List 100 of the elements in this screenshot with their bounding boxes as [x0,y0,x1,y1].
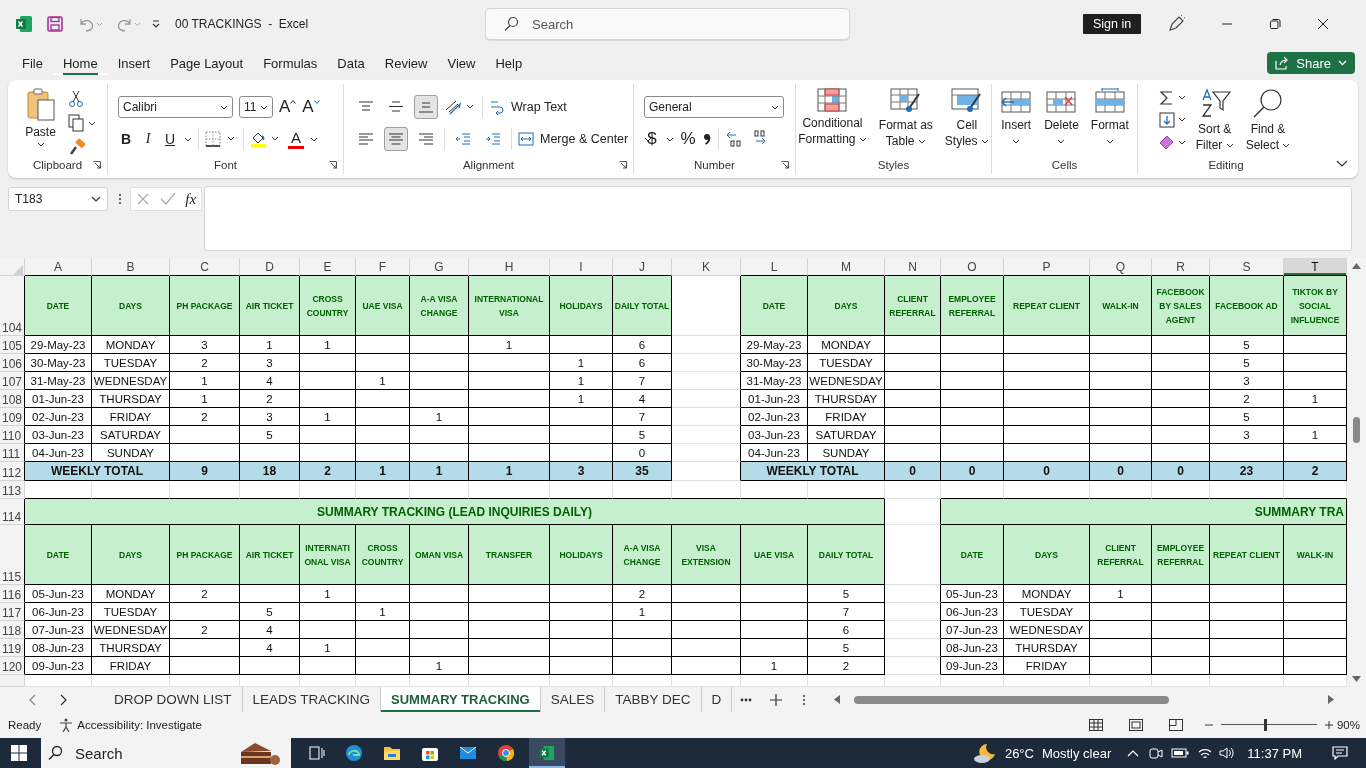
close-icon[interactable] [1317,18,1330,30]
chrome-icon[interactable] [497,744,515,762]
ribbon-tab[interactable]: View [437,51,486,75]
caret-icon[interactable] [184,136,192,142]
name-box[interactable]: T183 [8,187,108,211]
zoom-in-icon[interactable] [1324,721,1333,729]
collapse-ribbon-icon[interactable] [1336,160,1348,168]
page-break-view-icon[interactable] [1168,719,1183,731]
save-icon[interactable] [47,16,63,32]
column-header[interactable]: E [300,258,356,276]
column-header[interactable]: D [240,258,300,276]
scrollbar-thumb[interactable] [854,695,1170,704]
windows-start-icon[interactable] [11,745,27,761]
browser-icon[interactable] [345,744,363,762]
column-header[interactable]: F [356,258,410,276]
column-header[interactable]: G [410,258,469,276]
cells-button[interactable]: Insert [997,86,1036,151]
sign-in-button[interactable]: Sign in [1083,14,1142,34]
dialog-launcher-icon[interactable] [93,161,101,169]
font-name-dropdown[interactable]: Calibri [118,96,233,118]
zoom-slider[interactable] [1220,718,1317,732]
column-header[interactable]: N [885,258,941,276]
wifi-icon[interactable] [1197,746,1214,760]
check-icon[interactable] [159,192,176,206]
font-color-button[interactable]: A [288,129,304,149]
weather-text[interactable]: Mostly clear [1041,745,1112,761]
zoom-level[interactable]: 90% [1336,719,1360,731]
row-header[interactable]: 108 [0,390,25,408]
scroll-up-icon[interactable] [1352,263,1361,269]
increase-font-size-button[interactable]: A [279,97,297,117]
row-header[interactable]: 107 [0,372,25,390]
row-header[interactable]: 111 [0,444,25,462]
column-header[interactable]: B [92,258,170,276]
ribbon-tab[interactable]: Formulas [253,51,328,75]
task-view-icon[interactable] [309,745,325,761]
row-header[interactable]: 116 [0,585,25,603]
restore-icon[interactable] [1269,18,1282,30]
more-icon[interactable] [118,193,122,205]
mail-icon[interactable] [459,746,477,760]
meet-icon[interactable] [1149,746,1164,760]
column-header[interactable]: C [170,258,240,276]
formula-input[interactable] [204,186,1352,251]
notification-icon[interactable] [1332,746,1348,760]
sort-filter-button[interactable]: Sort & Filter [1192,86,1237,155]
dialog-launcher-icon[interactable] [781,161,789,169]
dialog-launcher-icon[interactable] [329,161,337,169]
font-size-dropdown[interactable]: 11 [239,96,273,118]
cut-icon[interactable] [67,90,84,108]
accessibility-icon[interactable] [59,718,74,732]
styles-button[interactable]: Format as Table [875,86,936,151]
ribbon-tab[interactable]: Insert [107,51,161,75]
row-header[interactable]: 104 [0,276,25,336]
pen-icon[interactable] [1167,15,1186,33]
column-header[interactable]: R [1152,258,1210,276]
percent-button[interactable]: % [680,129,696,149]
more-icon[interactable] [802,693,807,706]
row-header[interactable]: 118 [0,621,25,639]
column-header[interactable]: A [25,258,92,276]
row-header[interactable]: 120 [0,657,25,675]
row-header[interactable]: 117 [0,603,25,621]
format-painter-icon[interactable] [67,138,86,156]
search-field[interactable]: Search [485,8,850,40]
column-header[interactable]: S [1210,258,1284,276]
row-header[interactable]: 109 [0,408,25,426]
column-header[interactable]: L [741,258,808,276]
temperature[interactable]: 26°C [1004,745,1034,761]
scroll-left-icon[interactable] [834,695,841,704]
styles-button[interactable]: Conditional Formatting [795,86,870,149]
excel-logo-icon[interactable] [15,15,33,33]
previous-sheet-icon[interactable] [28,693,36,706]
volume-icon[interactable] [1219,746,1236,760]
copy-icon[interactable] [67,114,96,132]
column-header[interactable]: P [1004,258,1090,276]
ribbon-tab[interactable]: Help [485,51,533,75]
sheet-tab[interactable]: SUMMARY TRACKING [381,687,541,712]
ribbon-tab[interactable]: Home [52,51,108,75]
row-header[interactable]: 106 [0,354,25,372]
share-button[interactable]: Share [1267,52,1355,74]
column-header[interactable]: J [613,258,672,276]
comma-style-icon[interactable] [702,131,712,147]
row-header[interactable]: 113 [0,481,25,499]
ribbon-tab[interactable]: File [12,51,53,75]
ribbon-tab[interactable]: Review [374,51,438,75]
insert-function-button[interactable]: fx [185,190,197,208]
number-format-dropdown[interactable]: General [644,96,784,118]
horizontal-scrollbar[interactable] [834,695,1335,704]
add-sheet-icon[interactable] [770,693,783,706]
fill-down-icon[interactable] [1158,112,1187,128]
wrap-text-button[interactable]: Wrap Text [489,99,567,115]
chevron-up-icon[interactable] [1127,749,1140,757]
italic-button[interactable]: I [140,129,156,149]
dialog-launcher-icon[interactable] [619,161,627,169]
find-select-button[interactable]: Find & Select [1242,86,1294,155]
more-sheets-icon[interactable] [740,697,753,702]
column-header[interactable]: H [469,258,550,276]
battery-icon[interactable] [1171,747,1190,759]
caret-icon[interactable] [310,136,318,142]
cells-button[interactable]: Format [1087,86,1132,151]
cells-button[interactable]: Delete [1041,86,1082,151]
column-header[interactable]: O [941,258,1004,276]
